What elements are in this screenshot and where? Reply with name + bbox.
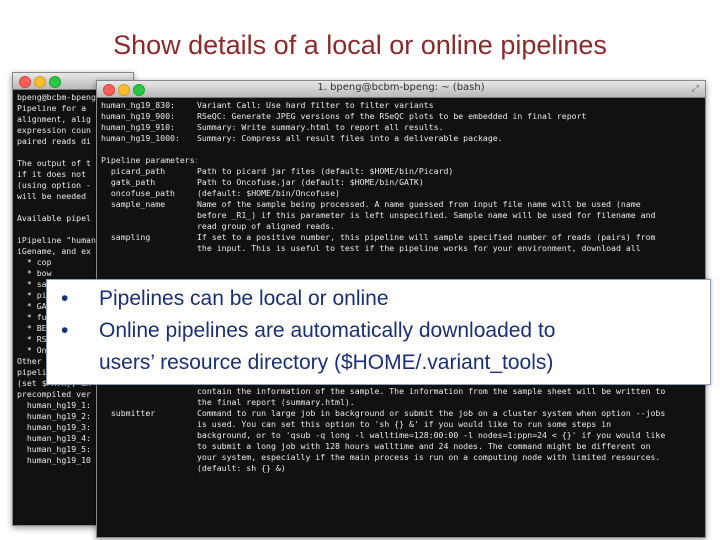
- param-description: [197, 144, 701, 155]
- terminal-line: gatk_path Path to Oncofuse.jar (default: …: [101, 177, 701, 188]
- param-description: background, or to 'qsub -q long -l wallt…: [197, 430, 666, 440]
- terminal-line: human_hg19_910: Summary: Write summary.ht…: [101, 122, 701, 133]
- terminal-line: human_hg19_900: RSeQC: Generate JPEG vers…: [101, 111, 701, 122]
- param-description: the input. This is useful to test if the…: [197, 243, 641, 253]
- param-description: contain the information of the sample. T…: [197, 386, 666, 396]
- param-name: [101, 419, 197, 430]
- terminal-line: your system, especially if the main proc…: [101, 452, 701, 463]
- param-description: the final report (summary.html).: [197, 397, 355, 407]
- param-description: (default: $HOME/bin/Oncofuse): [197, 188, 340, 198]
- param-name: [101, 221, 197, 232]
- param-name: [101, 243, 197, 254]
- param-name: human_hg19_1000:: [101, 133, 180, 143]
- param-name: sampling: [101, 232, 151, 242]
- param-name: picard_path: [101, 166, 166, 176]
- terminal-line: human_hg19_1000: Summary: Compress all re…: [101, 133, 701, 144]
- param-description: (default: sh {} &): [197, 463, 286, 473]
- terminal-line: submitter Command to run large job in bac…: [101, 408, 701, 419]
- param-description: Path to picard jar files (default: $HOME…: [197, 166, 454, 176]
- terminal-line: oncofuse_path (default: $HOME/bin/Oncofus…: [101, 188, 701, 199]
- window-title: 1. bpeng@bcbm-bpeng: ~ (bash): [317, 82, 485, 93]
- param-description: [197, 155, 701, 166]
- param-description: [197, 265, 701, 276]
- param-description: your system, especially if the main proc…: [197, 452, 661, 462]
- param-description: to submit a long job with 128 hours wall…: [197, 441, 651, 451]
- terminal-line: is used. You can set this option to 'sh …: [101, 419, 701, 430]
- terminal-line: sampling If set to a positive number, thi…: [101, 232, 701, 243]
- expand-arrows-icon[interactable]: ⤢: [692, 83, 699, 94]
- param-name: sample_name: [101, 199, 166, 209]
- param-name: [101, 144, 197, 155]
- bullet-text: Pipelines can be local or online: [99, 287, 389, 310]
- param-name: [101, 452, 197, 463]
- param-description: Command to run large job in background o…: [197, 408, 666, 418]
- param-name: [101, 430, 197, 441]
- terminal-line: human_hg19_830: Variant Call: Use hard fi…: [101, 100, 701, 111]
- param-name: [101, 265, 197, 276]
- param-name: [101, 386, 197, 397]
- param-description: [197, 254, 701, 265]
- terminal-line: contain the information of the sample. T…: [101, 386, 701, 397]
- bullet-icon: •: [61, 319, 69, 342]
- param-description: Summary: Write summary.html to report al…: [197, 122, 444, 132]
- minimize-dot-icon[interactable]: [34, 76, 46, 88]
- param-name: human_hg19_830:: [101, 100, 175, 110]
- bullet-text: Online pipelines are automatically downl…: [99, 319, 556, 342]
- param-description: is used. You can set this option to 'sh …: [197, 419, 612, 429]
- zoom-dot-icon[interactable]: [49, 76, 61, 88]
- terminal-line: read group of aligned reads.: [101, 221, 701, 232]
- terminal-line: (default: sh {} &): [101, 463, 701, 474]
- param-name: [101, 254, 197, 265]
- param-name: [101, 441, 197, 452]
- callout-box: • Pipelines can be local or online • Onl…: [46, 279, 711, 385]
- param-name: submitter: [101, 408, 156, 418]
- close-dot-icon[interactable]: [19, 76, 31, 88]
- param-name: Pipeline parameters:: [101, 155, 197, 165]
- terminal-line: Pipeline parameters:: [101, 155, 701, 166]
- title-bar[interactable]: 1. bpeng@bcbm-bpeng: ~ (bash) ⤢: [97, 81, 705, 98]
- terminal-line: sample_name Name of the sample being proc…: [101, 199, 701, 210]
- terminal-line: [101, 144, 701, 155]
- param-description: Name of the sample being processed. A na…: [197, 199, 641, 209]
- bullet-text: users’ resource directory ($HOME/.varian…: [99, 351, 554, 374]
- terminal-line: background, or to 'qsub -q long -l wallt…: [101, 430, 701, 441]
- param-name: oncofuse_path: [101, 188, 175, 198]
- param-name: human_hg19_910:: [101, 122, 175, 132]
- param-description: RSeQC: Generate JPEG versions of the RSe…: [197, 111, 587, 121]
- slide-title: Show details of a local or online pipeli…: [113, 30, 607, 60]
- terminal-line: [101, 254, 701, 265]
- param-name: [101, 210, 197, 221]
- param-description: If set to a positive number, this pipeli…: [197, 232, 656, 242]
- param-name: gatk_path: [101, 177, 156, 187]
- param-name: human_hg19_900:: [101, 111, 175, 121]
- param-description: before _R1_) if this parameter is left u…: [197, 210, 656, 220]
- param-description: read group of aligned reads.: [197, 221, 336, 231]
- param-description: Summary: Compress all result files into …: [197, 133, 503, 143]
- terminal-line: the input. This is useful to test if the…: [101, 243, 701, 254]
- param-name: [101, 463, 197, 474]
- terminal-line: [101, 265, 701, 276]
- bullet-icon: •: [61, 287, 69, 310]
- param-name: [101, 397, 197, 408]
- terminal-line: before _R1_) if this parameter is left u…: [101, 210, 701, 221]
- param-description: Path to Oncofuse.jar (default: $HOME/bin…: [197, 177, 424, 187]
- terminal-line: picard_path Path to picard jar files (def…: [101, 166, 701, 177]
- terminal-line: the final report (summary.html).: [101, 397, 701, 408]
- param-description: Variant Call: Use hard filter to filter …: [197, 100, 434, 110]
- terminal-line: to submit a long job with 128 hours wall…: [101, 441, 701, 452]
